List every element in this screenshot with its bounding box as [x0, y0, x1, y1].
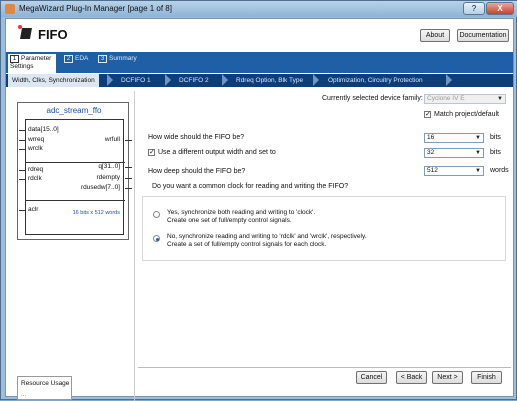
tab-number: 3: [98, 55, 107, 63]
tab-number: 2: [64, 55, 73, 63]
common-clock-radio[interactable]: [153, 211, 160, 218]
different-output-width-label: Use a different output width and set to: [158, 149, 276, 156]
device-family-label: Currently selected device family:: [322, 95, 423, 102]
symbol-panel: adc_stream_ffo data[15..0] wrreq wrclk w…: [12, 91, 132, 400]
resource-usage-value: ...: [21, 391, 27, 398]
footer-divider: [138, 367, 511, 368]
wizard-client: FIFO About Documentation 1 Parameter Sett…: [5, 18, 514, 401]
finish-button[interactable]: Finish: [471, 371, 502, 384]
breadcrumb: Width, Clks, Synchronization DCFIFO 1 DC…: [6, 74, 513, 87]
pin-line: [19, 210, 26, 211]
crumb-dcfifo-2[interactable]: DCFIFO 2: [179, 74, 209, 87]
clock-question: Do you want a common clock for reading a…: [152, 183, 349, 190]
pin-wrclk: wrclk: [28, 145, 43, 152]
chevron-right-icon: [446, 74, 452, 86]
width-unit: bits: [490, 134, 501, 141]
pin-rdusedw: rdusedw[7..0]: [80, 184, 120, 191]
pin-rdreq: rdreq: [28, 166, 44, 173]
back-button[interactable]: < Back: [396, 371, 427, 384]
resource-usage-label: Resource Usage: [21, 380, 70, 387]
pin-line: [19, 179, 26, 180]
device-family-select[interactable]: Cyclone IV E ▼: [424, 94, 506, 104]
tab-parameter-settings[interactable]: 1 Parameter Settings: [8, 54, 56, 73]
common-clock-line1: Yes, synchronize both reading and writin…: [167, 209, 316, 216]
fifo-width-value: 16: [427, 134, 435, 141]
pin-line: [19, 140, 26, 141]
pin-wrreq: wrreq: [28, 136, 45, 143]
about-button[interactable]: About: [420, 29, 450, 42]
pin-data: data[15..0]: [28, 126, 59, 133]
chevron-right-icon: [313, 74, 319, 86]
crumb-dcfifo-1[interactable]: DCFIFO 1: [121, 74, 151, 87]
fifo-icon: [18, 25, 34, 41]
next-button[interactable]: Next >: [432, 371, 463, 384]
symbol-divider: [26, 200, 125, 201]
documentation-button[interactable]: Documentation: [457, 29, 509, 42]
pin-wrfull: wrfull: [104, 136, 120, 143]
different-output-width-checkbox[interactable]: ✓: [148, 149, 155, 156]
tab-eda[interactable]: 2 EDA: [62, 54, 90, 73]
panel-divider: [134, 91, 135, 401]
pin-line: [125, 178, 132, 179]
match-project-checkbox[interactable]: ✓: [424, 111, 431, 118]
pin-line: [19, 149, 26, 150]
fifo-symbol: adc_stream_ffo data[15..0] wrreq wrclk w…: [17, 102, 132, 240]
window-title: MegaWizard Plug-In Manager [page 1 of 8]: [19, 4, 172, 13]
pin-q: q[31..0]: [98, 163, 120, 170]
wizard-tabs: 1 Parameter Settings 2 EDA 3 Summary: [6, 52, 513, 73]
chevron-down-icon: ▼: [497, 96, 503, 102]
output-width-select[interactable]: 32 ▼: [424, 148, 484, 158]
chevron-right-icon: [165, 74, 171, 86]
pin-line: [19, 130, 26, 131]
crumb-width-clks[interactable]: Width, Clks, Synchronization: [8, 74, 99, 87]
pin-line: [125, 167, 132, 168]
tab-label: Summary: [109, 55, 137, 62]
separate-clocks-line1: No, synchronize reading and writing to '…: [167, 233, 367, 240]
separate-clocks-radio[interactable]: [153, 235, 160, 242]
chevron-right-icon: [107, 74, 113, 86]
clock-option-group: Yes, synchronize both reading and writin…: [142, 196, 506, 261]
output-width-unit: bits: [490, 149, 501, 156]
separate-clocks-line2: Create a set of full/empty control signa…: [167, 241, 327, 248]
output-width-value: 32: [427, 149, 435, 156]
symbol-size-note: 16 bits x 512 words: [72, 210, 120, 216]
depth-unit: words: [490, 167, 509, 174]
pin-line: [19, 170, 26, 171]
fifo-depth-value: 512: [427, 167, 438, 174]
page-title: FIFO: [38, 27, 68, 42]
symbol-title: adc_stream_ffo: [46, 106, 102, 115]
wizard-header: FIFO About Documentation: [6, 19, 513, 51]
cancel-button[interactable]: Cancel: [356, 371, 387, 384]
pin-aclr: aclr: [28, 206, 39, 213]
close-button[interactable]: X: [486, 2, 514, 15]
chevron-down-icon: ▼: [475, 168, 481, 174]
pin-line: [125, 188, 132, 189]
common-clock-line2: Create one set of full/empty control sig…: [167, 217, 292, 224]
title-bar: MegaWizard Plug-In Manager [page 1 of 8]…: [1, 1, 517, 17]
width-question: How wide should the FIFO be?: [148, 134, 245, 141]
symbol-body: data[15..0] wrreq wrclk wrfull rdreq rdc…: [19, 119, 132, 235]
fifo-width-select[interactable]: 16 ▼: [424, 133, 484, 143]
settings-panel: Currently selected device family: Cyclon…: [138, 91, 511, 371]
chevron-down-icon: ▼: [475, 150, 481, 156]
pin-rdclk: rdclk: [28, 175, 42, 182]
pin-rdempty: rdempty: [96, 174, 120, 181]
crumb-optimization[interactable]: Optimization, Circuitry Protection: [328, 74, 423, 87]
pin-line: [125, 140, 132, 141]
tab-label: EDA: [75, 55, 89, 62]
tab-number: 1: [10, 55, 19, 63]
match-project-label: Match project/default: [434, 111, 499, 118]
device-family-value: Cyclone IV E: [427, 95, 465, 102]
chevron-right-icon: [222, 74, 228, 86]
depth-question: How deep should the FIFO be?: [148, 168, 246, 175]
fifo-depth-select[interactable]: 512 ▼: [424, 166, 484, 176]
app-icon: [5, 4, 15, 14]
resource-usage-box: Resource Usage ...: [17, 376, 72, 400]
chevron-down-icon: ▼: [475, 135, 481, 141]
tab-summary[interactable]: 3 Summary: [96, 54, 139, 73]
megawizard-window: MegaWizard Plug-In Manager [page 1 of 8]…: [0, 0, 517, 401]
help-button[interactable]: ?: [463, 2, 485, 15]
crumb-rdreq-option[interactable]: Rdreq Option, Blk Type: [236, 74, 303, 87]
